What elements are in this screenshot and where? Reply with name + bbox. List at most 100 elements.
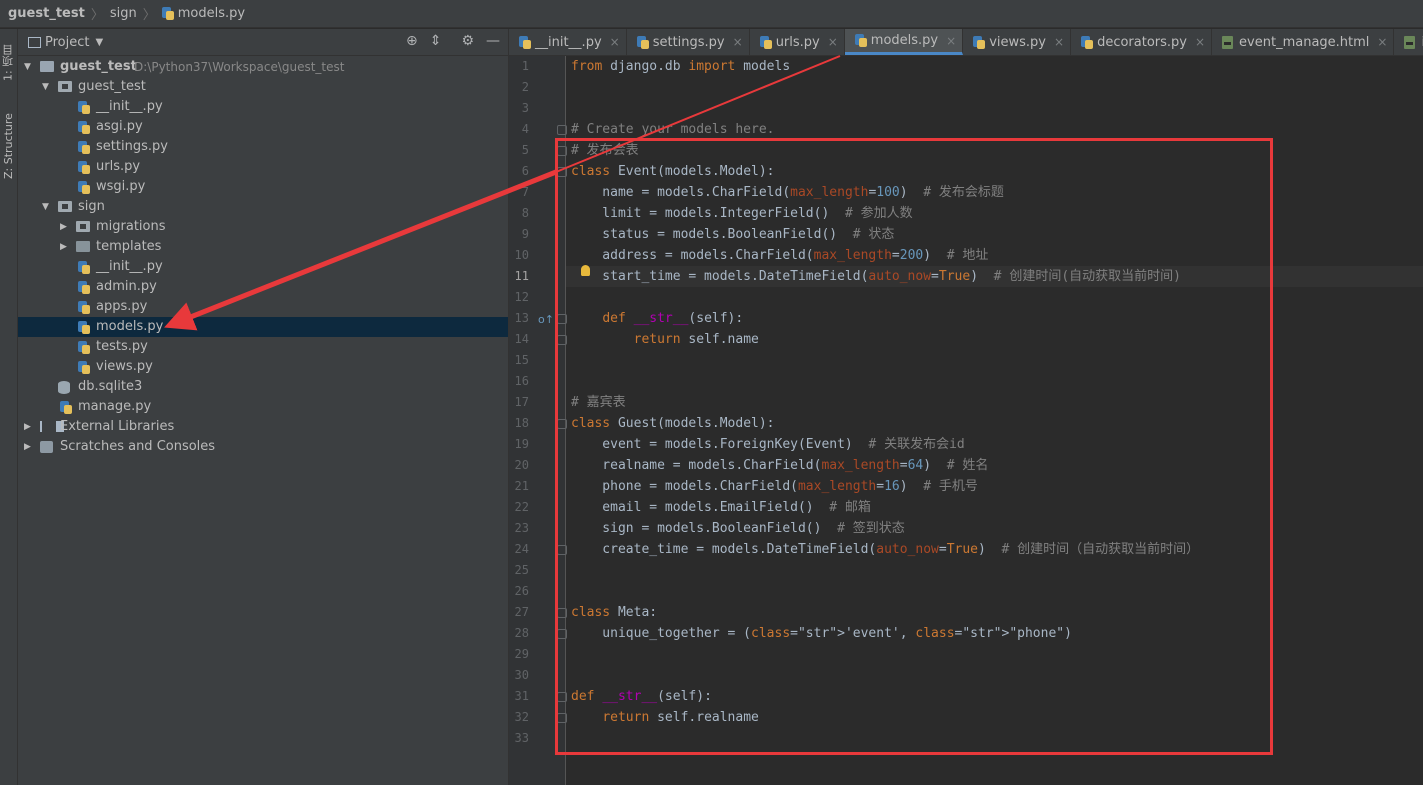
code-line[interactable]: return self.name [571,329,759,350]
minimize-icon[interactable]: — [486,33,500,49]
editor-tab[interactable]: views.py × [963,29,1072,55]
code-line[interactable]: unique_together = (class="str">'event', … [571,623,1072,644]
line-number[interactable]: 12 [509,287,529,308]
line-number[interactable]: 23 [509,518,529,539]
line-number[interactable]: 8 [509,203,529,224]
tree-item[interactable]: ▼ sign [18,197,508,217]
chevron-down-icon[interactable]: ▼ [42,197,52,217]
line-number[interactable]: 32 [509,707,529,728]
breadcrumb-file[interactable]: models.py [178,6,245,21]
fold-marker-icon[interactable] [557,125,567,135]
code-line[interactable]: # 嘉宾表 [571,392,626,413]
chevron-right-icon[interactable]: ▶ [24,417,34,437]
line-number[interactable]: 25 [509,560,529,581]
code-line[interactable]: start_time = models.DateTimeField(auto_n… [571,266,1181,287]
code-line[interactable]: def __str__(self): [571,686,712,707]
editor-tab[interactable]: decorators.py × [1071,29,1213,55]
line-number[interactable]: 28 [509,623,529,644]
project-tool-tab[interactable]: 1: 项目 [0,35,17,91]
code-line[interactable]: sign = models.BooleanField() # 签到状态 [571,518,904,539]
code-line[interactable]: class Event(models.Model): [571,161,775,182]
line-number[interactable]: 31 [509,686,529,707]
override-marker-icon[interactable]: o↑ [538,313,554,326]
tree-item[interactable]: asgi.py [18,117,508,137]
tree-item[interactable]: urls.py [18,157,508,177]
fold-marker-icon[interactable] [557,314,567,324]
fold-marker-icon[interactable] [557,713,567,723]
tree-item[interactable]: __init__.py [18,257,508,277]
line-number[interactable]: 30 [509,665,529,686]
line-number[interactable]: 14 [509,329,529,350]
code-line[interactable]: class Meta: [571,602,657,623]
tree-item[interactable]: wsgi.py [18,177,508,197]
editor-tab[interactable]: urls.py × [750,29,845,55]
editor-tab[interactable]: __init__.py × [509,29,627,55]
chevron-down-icon[interactable]: ▼ [24,57,34,77]
target-icon[interactable]: ⊕ [406,33,418,49]
line-number[interactable]: 18 [509,413,529,434]
tree-item[interactable]: ▶ migrations [18,217,508,237]
line-number[interactable]: 5 [509,140,529,161]
line-number[interactable]: 17 [509,392,529,413]
close-icon[interactable]: × [946,34,956,48]
tree-item[interactable]: __init__.py [18,97,508,117]
close-icon[interactable]: × [1195,35,1205,49]
code-line[interactable]: create_time = models.DateTimeField(auto_… [571,539,1199,560]
line-number[interactable]: 4 [509,119,529,140]
tree-item[interactable]: db.sqlite3 [18,377,508,397]
fold-marker-icon[interactable] [557,545,567,555]
code-line[interactable]: return self.realname [571,707,759,728]
code-line[interactable]: email = models.EmailField() # 邮箱 [571,497,871,518]
tree-item[interactable]: manage.py [18,397,508,417]
line-number[interactable]: 9 [509,224,529,245]
line-number[interactable]: 7 [509,182,529,203]
chevron-right-icon[interactable]: ▶ [60,237,70,257]
code-editor[interactable]: 1 2 3 4 5 6 7 8 9 10 11 12 13 14 15 16 17 18 19 20 21 22 23 24 2… [509,56,1423,785]
line-number[interactable]: 29 [509,644,529,665]
code-line[interactable]: from django.db import models [571,56,790,77]
fold-marker-icon[interactable] [557,146,567,156]
tree-item[interactable]: apps.py [18,297,508,317]
close-icon[interactable]: × [610,35,620,49]
code-line[interactable]: class Guest(models.Model): [571,413,775,434]
tree-item[interactable]: views.py [18,357,508,377]
code-line[interactable]: name = models.CharField(max_length=100) … [571,182,1004,203]
tree-item[interactable]: models.py [18,317,508,337]
editor-tab[interactable]: event_manage.html × [1212,29,1395,55]
breadcrumb-project[interactable]: guest_test [8,6,85,21]
chevron-right-icon[interactable]: ▶ [24,437,34,457]
fold-marker-icon[interactable] [557,692,567,702]
fold-marker-icon[interactable] [557,608,567,618]
code-line[interactable]: address = models.CharField(max_length=20… [571,245,988,266]
line-number[interactable]: 33 [509,728,529,749]
line-number[interactable]: 10 [509,245,529,266]
close-icon[interactable]: × [828,35,838,49]
code-line[interactable]: phone = models.CharField(max_length=16) … [571,476,978,497]
tree-item[interactable]: tests.py [18,337,508,357]
tree-item[interactable]: settings.py [18,137,508,157]
line-number[interactable]: 27 [509,602,529,623]
line-number-gutter[interactable]: 1 2 3 4 5 6 7 8 9 10 11 12 13 14 15 16 17 18 19 20 21 22 23 24 2… [509,56,567,785]
line-number[interactable]: 19 [509,434,529,455]
tree-item[interactable]: ▶ External Libraries [18,417,508,437]
project-view-title[interactable]: Project [45,35,89,50]
code-line[interactable]: # Create your models here. [571,119,775,140]
line-number[interactable]: 13 [509,308,529,329]
line-number[interactable]: 2 [509,77,529,98]
chevron-down-icon[interactable]: ▼ [42,77,52,97]
collapse-icon[interactable]: ⇕ [430,33,442,49]
fold-marker-icon[interactable] [557,167,567,177]
close-icon[interactable]: × [1377,35,1387,49]
code-line[interactable]: realname = models.CharField(max_length=6… [571,455,988,476]
code-line[interactable]: event = models.ForeignKey(Event) # 关联发布会… [571,434,964,455]
tree-item[interactable]: ▶ Scratches and Consoles [18,437,508,457]
chevron-right-icon[interactable]: ▶ [60,217,70,237]
code-line[interactable]: # 发布会表 [571,140,639,161]
line-number[interactable]: 1 [509,56,529,77]
line-number[interactable]: 3 [509,98,529,119]
line-number[interactable]: 15 [509,350,529,371]
editor-tab[interactable]: settings.py × [627,29,750,55]
tree-item[interactable]: ▼ guest_test D:\Python37\Workspace\guest_t… [18,57,508,77]
line-number[interactable]: 21 [509,476,529,497]
tree-item[interactable]: ▶ templates [18,237,508,257]
